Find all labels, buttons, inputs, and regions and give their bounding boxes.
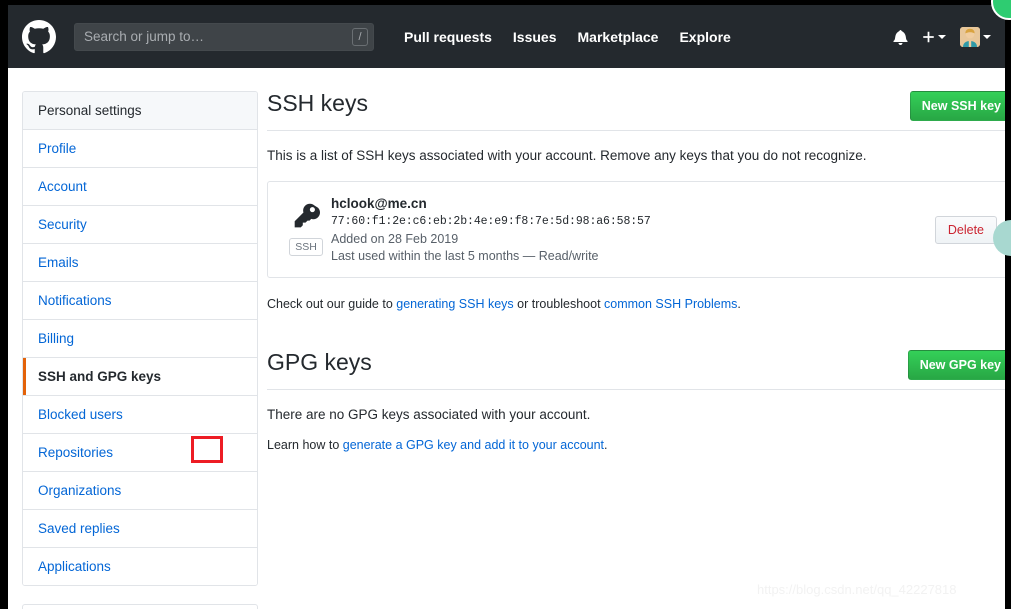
sidebar-item-blocked-users[interactable]: Blocked users — [23, 396, 257, 434]
settings-menu: Personal settings Profile Account Securi… — [22, 91, 258, 586]
nav-item-explore[interactable]: Explore — [679, 29, 730, 45]
ssh-key-title[interactable]: hclook@me.cn — [331, 196, 935, 211]
sidebar-item-organizations[interactable]: Organizations — [23, 472, 257, 510]
user-avatar — [960, 26, 980, 47]
nav-item-marketplace[interactable]: Marketplace — [578, 29, 659, 45]
ssh-keys-description: This is a list of SSH keys associated wi… — [267, 148, 867, 163]
sidebar-heading: Personal settings — [23, 92, 257, 130]
sidebar-item-notifications[interactable]: Notifications — [23, 282, 257, 320]
gpg-keys-section: GPG keys New GPG key There are no GPG ke… — [267, 349, 1005, 452]
sidebar-item-account[interactable]: Account — [23, 168, 257, 206]
help-note-text-3: . — [737, 297, 741, 311]
page-title: SSH keys — [267, 90, 368, 116]
search-shortcut-badge: / — [352, 27, 368, 46]
help-note-text-1: Check out our guide to — [267, 297, 397, 311]
primary-nav: Pull requests Issues Marketplace Explore — [383, 29, 731, 45]
settings-sidebar: Personal settings Profile Account Securi… — [22, 91, 258, 609]
ssh-key-icon-group: SSH — [283, 196, 329, 256]
ssh-key-row: SSH hclook@me.cn 77:60:f1:2e:c6:eb:2b:4e… — [267, 181, 1005, 278]
header-right-actions — [893, 26, 993, 47]
global-header: / Pull requests Issues Marketplace Explo… — [8, 5, 1005, 68]
generating-ssh-keys-link[interactable]: generating SSH keys — [396, 297, 513, 311]
browser-page: / Pull requests Issues Marketplace Explo… — [8, 5, 1005, 609]
gpg-learn-note: Learn how to generate a GPG key and add … — [267, 438, 1005, 452]
page-body: Personal settings Profile Account Securi… — [8, 68, 1005, 609]
right-black-gutter — [1005, 0, 1011, 609]
generate-gpg-key-link[interactable]: generate a GPG key and add it to your ac… — [343, 438, 604, 452]
delete-ssh-key-button[interactable]: Delete — [934, 215, 997, 244]
search-box[interactable]: / — [74, 22, 374, 51]
sidebar-item-repositories[interactable]: Repositories — [23, 434, 257, 472]
search-input[interactable] — [74, 22, 374, 51]
chevron-down-icon — [938, 34, 946, 39]
ssh-keys-header: SSH keys New SSH key — [267, 90, 1005, 131]
gpg-learn-prefix: Learn how to — [267, 438, 343, 452]
plus-icon[interactable] — [922, 30, 946, 44]
common-ssh-problems-link[interactable]: common SSH Problems — [604, 297, 737, 311]
sidebar-item-billing[interactable]: Billing — [23, 320, 257, 358]
gpg-keys-header: GPG keys New GPG key — [267, 349, 1005, 390]
gpg-section-title: GPG keys — [267, 349, 372, 375]
github-mark-icon[interactable] — [22, 19, 56, 54]
sidebar-item-security[interactable]: Security — [23, 206, 257, 244]
ssh-keys-help-note: Check out our guide to generating SSH ke… — [267, 297, 1005, 311]
ssh-key-details: hclook@me.cn 77:60:f1:2e:c6:eb:2b:4e:e9:… — [329, 196, 935, 263]
sidebar-item-emails[interactable]: Emails — [23, 244, 257, 282]
sidebar-item-profile[interactable]: Profile — [23, 130, 257, 168]
chevron-down-icon — [983, 34, 991, 39]
nav-item-issues[interactable]: Issues — [513, 29, 557, 45]
help-note-text-2: or troubleshoot — [513, 297, 605, 311]
new-gpg-key-button[interactable]: New GPG key — [907, 350, 1005, 380]
sidebar-item-applications[interactable]: Applications — [23, 548, 257, 585]
ssh-key-added-date: Added on 28 Feb 2019 — [331, 232, 459, 246]
sidebar-secondary-panel — [22, 604, 258, 609]
ssh-keys-section: SSH keys New SSH key This is a list of S… — [267, 90, 1005, 311]
main-content: SSH keys New SSH key This is a list of S… — [267, 90, 1005, 452]
gpg-empty-message: There are no GPG keys associated with yo… — [267, 407, 591, 422]
watermark-text: https://blog.csdn.net/qq_42227818 — [757, 582, 957, 597]
ssh-badge: SSH — [289, 238, 323, 256]
screenshot-root: / Pull requests Issues Marketplace Explo… — [0, 0, 1011, 609]
avatar[interactable] — [960, 26, 991, 47]
ssh-key-fingerprint: 77:60:f1:2e:c6:eb:2b:4e:e9:f8:7e:5d:98:a… — [331, 215, 651, 228]
gpg-learn-suffix: . — [604, 438, 608, 452]
ssh-key-last-used: Last used within the last 5 months — Rea… — [331, 249, 599, 263]
nav-item-pull-requests[interactable]: Pull requests — [404, 29, 492, 45]
key-icon — [293, 202, 320, 229]
sidebar-item-ssh-and-gpg-keys[interactable]: SSH and GPG keys — [23, 358, 257, 396]
bell-icon[interactable] — [893, 29, 908, 45]
sidebar-item-saved-replies[interactable]: Saved replies — [23, 510, 257, 548]
new-ssh-key-button[interactable]: New SSH key — [909, 91, 1005, 121]
